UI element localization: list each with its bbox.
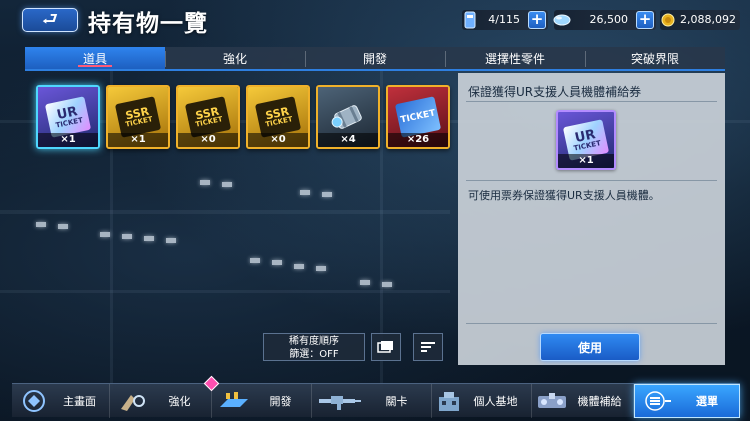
tab-limit-break[interactable]: 突破界限 — [585, 47, 725, 69]
nav-enhance[interactable]: 強化 — [110, 375, 220, 418]
canister-icon — [331, 105, 362, 129]
item-count: ×1 — [38, 133, 98, 147]
nav-home[interactable]: 主畫面 — [12, 384, 110, 418]
item-detail-count: ×1 — [558, 154, 614, 168]
home-emblem-icon — [12, 389, 56, 413]
item-count: ×26 — [388, 133, 448, 147]
supply-crate-icon — [532, 390, 572, 412]
filter-status-label: 篩選：OFF — [289, 349, 339, 360]
tab-items[interactable]: 道具 — [25, 47, 165, 69]
item-detail-title: 保證獲得UR支援人員機體補給券 — [468, 85, 642, 99]
back-button[interactable]: ⮐ — [22, 8, 78, 32]
base-building-icon — [432, 389, 466, 413]
resource-capsules: 26,500 + — [552, 9, 656, 31]
capsules-value: 26,500 — [589, 13, 629, 26]
add-capsules-button[interactable]: + — [636, 11, 654, 29]
nav-stage[interactable]: 關卡 — [312, 384, 432, 418]
ssr-ticket-icon: SSR TICKET — [114, 96, 162, 138]
gold-coin-icon — [658, 9, 678, 31]
filter-cards-icon — [377, 341, 393, 353]
capsule-icon — [552, 9, 572, 31]
tab-optional-parts[interactable]: 選擇性零件 — [445, 47, 585, 69]
sort-order-label: 稀有度順序 — [289, 336, 339, 347]
resource-unit-slots: 4/115 + — [462, 10, 548, 30]
category-tabs: 道具 強化 開發 選擇性零件 突破界限 — [25, 47, 725, 71]
filter-button[interactable] — [371, 333, 401, 361]
nav-base[interactable]: 個人基地 — [432, 384, 532, 418]
divider — [466, 323, 717, 324]
resource-gold: 2,088,092 — [660, 10, 740, 30]
sort-lines-icon — [421, 342, 435, 352]
item-count: ×4 — [318, 133, 378, 147]
unit-slots-value: 4/115 — [488, 13, 520, 26]
item-ssr-ticket-b[interactable]: SSR TICKET ×0 — [176, 85, 240, 149]
item-ur-support-ticket[interactable]: UR TICKET ×1 — [36, 85, 100, 149]
tab-enhance[interactable]: 強化 — [165, 47, 305, 69]
nav-develop[interactable]: 開發 — [212, 384, 312, 418]
item-ssr-ticket-c[interactable]: SSR TICKET ×0 — [246, 85, 310, 149]
divider — [466, 180, 717, 181]
sort-filter-status[interactable]: 稀有度順序 篩選：OFF — [263, 333, 365, 361]
item-part-canister[interactable]: ×4 — [316, 85, 380, 149]
top-bar: ⮐ 持有物一覽 4/115 + 26,500 + 2,088,092 — [0, 0, 750, 40]
divider — [466, 101, 717, 102]
ur-ticket-icon: UR TICKET — [44, 96, 92, 138]
item-detail-image: UR TICKET ×1 — [556, 110, 616, 170]
red-ticket-icon: TICKET — [394, 96, 442, 138]
item-ssr-ticket-a[interactable]: SSR TICKET ×1 — [106, 85, 170, 149]
item-detail-panel: 保證獲得UR支援人員機體補給券 UR TICKET ×1 可使用票券保證獲得UR… — [458, 73, 725, 365]
sort-direction-button[interactable] — [413, 333, 443, 361]
item-red-ticket[interactable]: TICKET ×26 — [386, 85, 450, 149]
page-title: 持有物一覽 — [88, 11, 208, 37]
develop-platform-icon — [212, 389, 256, 413]
enhance-tools-icon — [110, 389, 154, 413]
ssr-ticket-icon: SSR TICKET — [184, 96, 232, 138]
nav-supply[interactable]: 機體補給 — [532, 384, 634, 418]
add-slots-button[interactable]: + — [528, 11, 546, 29]
item-count: ×1 — [108, 133, 168, 147]
menu-icon — [635, 390, 681, 412]
back-arrow-icon: ⮐ — [41, 9, 59, 30]
item-count: ×0 — [178, 133, 238, 147]
bottom-nav: 主畫面 強化 開發 關卡 個人基地 機體補給 選單 — [12, 375, 740, 418]
gold-value: 2,088,092 — [680, 13, 736, 26]
nav-menu[interactable]: 選單 — [634, 384, 740, 418]
mobile-suit-slot-icon — [460, 9, 480, 31]
ssr-ticket-icon: SSR TICKET — [254, 96, 302, 138]
use-button[interactable]: 使用 — [540, 333, 640, 361]
rifle-icon — [312, 391, 368, 411]
tab-develop[interactable]: 開發 — [305, 47, 445, 69]
item-count: ×0 — [248, 133, 308, 147]
item-description: 可使用票券保證獲得UR支援人員機體。 — [468, 189, 660, 202]
